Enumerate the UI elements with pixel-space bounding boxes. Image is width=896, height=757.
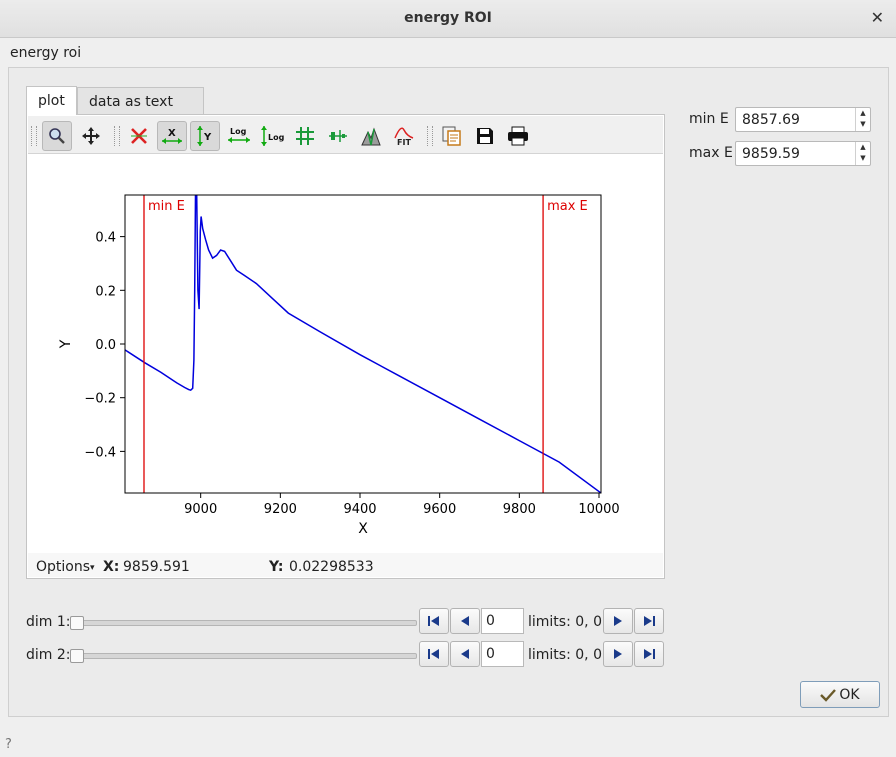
- pan-icon[interactable]: [76, 121, 106, 151]
- plot-background: [125, 195, 601, 493]
- y-tick-label-4: 0.4: [95, 231, 116, 246]
- x-tick-label-9800: 9800: [503, 502, 536, 517]
- svg-text:Log: Log: [230, 127, 247, 136]
- dim1-slider[interactable]: [70, 616, 417, 630]
- dim2-next-button[interactable]: [603, 641, 633, 667]
- y-tick-label-1: −0.2: [84, 392, 116, 407]
- dim1-index-input[interactable]: 0: [481, 608, 524, 634]
- dim1-label: dim 1:: [26, 614, 71, 630]
- x-autoscale-icon[interactable]: X: [157, 121, 187, 151]
- print-icon[interactable]: [503, 121, 533, 151]
- skip-first-icon: [428, 649, 439, 659]
- dim2-limits: limits: 0, 0: [528, 647, 602, 663]
- dim2-index-input[interactable]: 0: [481, 641, 524, 667]
- y-axis-label: Y: [58, 339, 74, 349]
- min-e-value[interactable]: 8857.69: [742, 112, 800, 128]
- x-tick-label-9600: 9600: [423, 502, 456, 517]
- x-tick-label-9000: 9000: [184, 502, 217, 517]
- dim2-prev-button[interactable]: [450, 641, 480, 667]
- tab-data-as-text[interactable]: data as text: [77, 87, 204, 114]
- skip-first-icon: [428, 616, 439, 626]
- svg-text:X: X: [168, 128, 176, 139]
- dim2-label: dim 2:: [26, 647, 71, 663]
- max-e-spinbox[interactable]: 9859.59 ▲ ▼: [735, 141, 871, 166]
- dim2-first-button[interactable]: [419, 641, 449, 667]
- y-autoscale-icon[interactable]: Y: [190, 121, 220, 151]
- max-e-value[interactable]: 9859.59: [742, 146, 800, 162]
- dim1-slider-handle[interactable]: [70, 616, 84, 630]
- curve-style-icon[interactable]: [323, 121, 353, 151]
- dim1-row: dim 1: 0 limits: 0, 0: [26, 608, 666, 636]
- y-log-icon[interactable]: Log: [257, 121, 287, 151]
- options-menu[interactable]: Options: [36, 559, 90, 575]
- save-icon[interactable]: [470, 121, 500, 151]
- skip-last-icon: [644, 616, 655, 626]
- toolbar-separator: [114, 126, 120, 146]
- next-icon: [614, 616, 622, 626]
- ok-button[interactable]: OK: [800, 681, 880, 708]
- plot-area[interactable]: min E max E 9000 9200 9400 9600 9800 10000 −0.4 −…: [28, 155, 663, 553]
- plot-toolbar: X Y Log Log FIT: [28, 116, 663, 154]
- y-tick-label-2: 0.0: [95, 338, 116, 353]
- x-coord-value: 9859.591: [123, 559, 190, 575]
- x-tick-label-10000: 10000: [578, 502, 619, 517]
- copy-icon[interactable]: [437, 121, 467, 151]
- next-icon: [614, 649, 622, 659]
- close-icon[interactable]: ✕: [871, 8, 884, 27]
- y-tick-label-3: 0.2: [95, 284, 116, 299]
- status-bar: Options ▾ X: 9859.591 Y: 0.02298533: [28, 553, 663, 577]
- svg-text:FIT: FIT: [397, 138, 411, 146]
- grid-icon[interactable]: [290, 121, 320, 151]
- dim1-prev-button[interactable]: [450, 608, 480, 634]
- ok-label: OK: [839, 686, 860, 703]
- x-tick-label-9400: 9400: [343, 502, 376, 517]
- dim1-limits: limits: 0, 0: [528, 614, 602, 630]
- min-e-label: min E: [689, 111, 729, 127]
- svg-text:Y: Y: [203, 132, 212, 143]
- ok-check-icon: [820, 688, 837, 702]
- dim1-first-button[interactable]: [419, 608, 449, 634]
- x-tick-label-9200: 9200: [264, 502, 297, 517]
- window-title: energy ROI: [404, 10, 492, 26]
- options-chevron-icon[interactable]: ▾: [90, 563, 95, 573]
- dim1-last-button[interactable]: [634, 608, 664, 634]
- max-e-up-icon[interactable]: ▲: [856, 142, 870, 153]
- y-coord-value: 0.02298533: [289, 559, 374, 575]
- fit-icon[interactable]: FIT: [389, 121, 419, 151]
- dim1-next-button[interactable]: [603, 608, 633, 634]
- dim2-slider-handle[interactable]: [70, 649, 84, 663]
- prev-icon: [461, 616, 469, 626]
- x-coord-label: X:: [103, 559, 120, 575]
- min-e-down-icon[interactable]: ▼: [856, 119, 870, 130]
- dim2-row: dim 2: 0 limits: 0, 0: [26, 641, 666, 669]
- zoom-icon[interactable]: [42, 121, 72, 151]
- reset-zoom-icon[interactable]: [124, 121, 154, 151]
- x-log-icon[interactable]: Log: [224, 121, 254, 151]
- dim2-slider[interactable]: [70, 649, 417, 663]
- group-label: energy roi: [10, 45, 82, 61]
- tab-plot[interactable]: plot: [26, 86, 77, 115]
- min-e-up-icon[interactable]: ▲: [856, 108, 870, 119]
- min-e-spinbox[interactable]: 8857.69 ▲ ▼: [735, 107, 871, 132]
- roi-marker-label-0: min E: [148, 199, 185, 214]
- svg-text:Log: Log: [268, 133, 284, 142]
- y-coord-label: Y:: [269, 559, 284, 575]
- max-e-down-icon[interactable]: ▼: [856, 153, 870, 164]
- dim2-last-button[interactable]: [634, 641, 664, 667]
- skip-last-icon: [644, 649, 655, 659]
- toolbar-separator: [31, 126, 37, 146]
- prev-icon: [461, 649, 469, 659]
- plot-panel: X Y Log Log FIT min E max E 9000 9200 94…: [26, 114, 665, 579]
- toolbar-separator: [427, 126, 433, 146]
- colormap-icon[interactable]: [356, 121, 386, 151]
- max-e-label: max E: [689, 145, 733, 161]
- x-axis-label: X: [358, 521, 368, 537]
- roi-marker-label-1: max E: [547, 199, 588, 214]
- energy-plot[interactable]: min E max E 9000 9200 9400 9600 9800 10000 −0.4 −…: [28, 155, 663, 553]
- title-bar: energy ROI ✕: [0, 0, 896, 38]
- help-icon[interactable]: ?: [5, 737, 12, 752]
- y-tick-label-0: −0.4: [84, 445, 116, 460]
